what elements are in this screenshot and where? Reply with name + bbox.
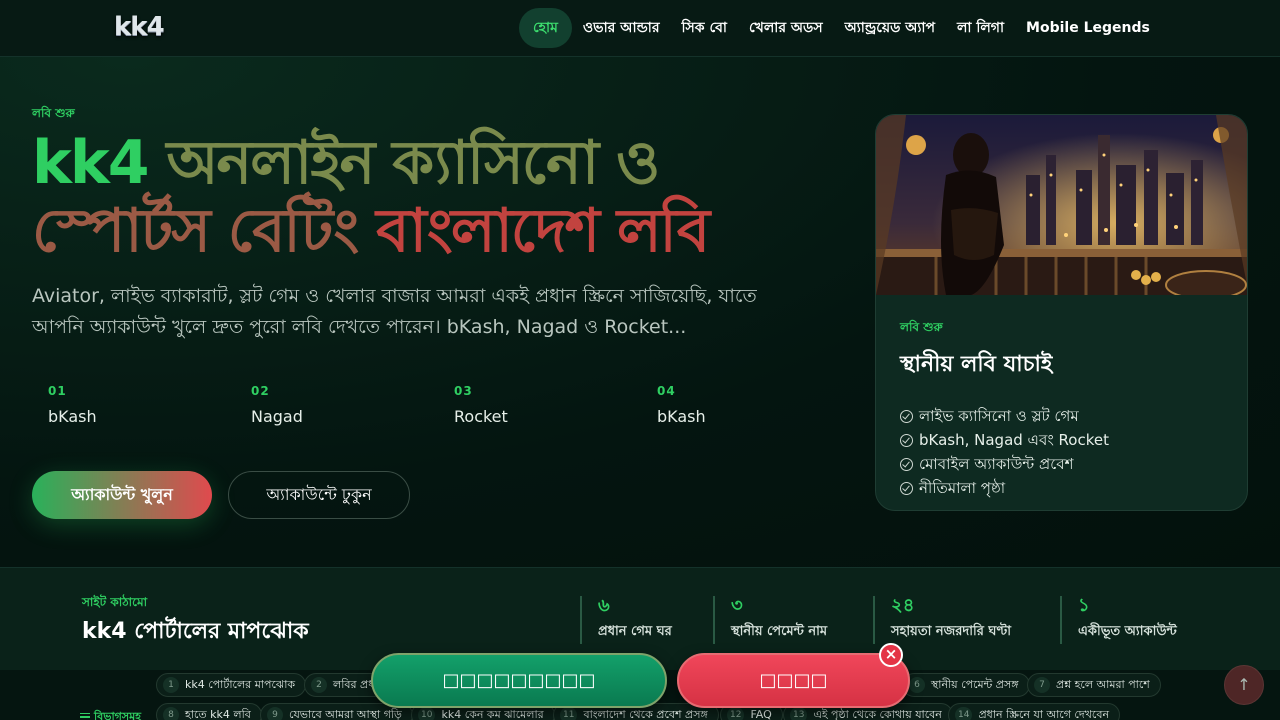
hero-description: Aviator, লাইভ ব্যাকারাট, স্লট গেম ও খেলা… (32, 285, 757, 338)
chip-link[interactable]: 8 হাতে kk4 লবি (156, 703, 262, 720)
chip-link[interactable]: 7 প্রশ্ন হলে আমরা পাশে (1027, 673, 1161, 697)
chip-link[interactable]: 14 প্রধান স্ক্রিনে যা আগে দেখবেন (948, 703, 1121, 720)
stat-number: 04 (657, 384, 676, 398)
metric-item: ৩ স্থানীয় পেমেন্ট নাম (713, 596, 827, 644)
checklist-item-label: লাইভ ক্যাসিনো ও স্লট গেম (919, 407, 1079, 425)
chip-link[interactable]: 1 kk4 পোর্টালের মাপঝোক (156, 673, 307, 697)
chip-number: 9 (267, 707, 283, 720)
stat-label: bKash (48, 407, 97, 426)
stat-label: bKash (657, 407, 706, 426)
chip-number: 11 (560, 707, 578, 720)
metric-number: ১ (1078, 595, 1090, 616)
stat-label: Nagad (251, 407, 303, 426)
stat-label: Rocket (454, 407, 508, 426)
chip-number: 1 (163, 677, 179, 693)
checklist-item: bKash, Nagad এবং Rocket (900, 428, 1230, 452)
chip-number: 8 (163, 707, 179, 720)
floating-register-button[interactable]: □□□□□□□□□ (371, 653, 667, 708)
close-icon[interactable]: × (879, 643, 903, 667)
stat-number: 01 (48, 384, 67, 398)
nav-item-home[interactable]: হোম (519, 8, 572, 48)
metric-item: ১ একীভূত অ্যাকাউন্ট (1060, 596, 1177, 644)
checklist-item: মোবাইল অ্যাকাউন্ট প্রবেশ (900, 452, 1230, 476)
stat-item: 04 bKash (657, 384, 860, 426)
menu-icon (80, 713, 90, 720)
metric-number: ২৪ (891, 595, 915, 616)
hero-title-sports: স্পোর্টস বেটিং (32, 196, 377, 266)
stat-item: 03 Rocket (454, 384, 657, 426)
nav-item-sic-bo[interactable]: সিক বো (671, 8, 738, 48)
chip-label: যেভাবে আমরা আস্থা গড়ি (289, 708, 402, 720)
checklist-item-label: bKash, Nagad এবং Rocket (919, 431, 1109, 449)
hero-eyebrow: লবি শুরু (32, 106, 75, 120)
metric-label: সহায়তা নজরদারি ঘণ্টা (891, 624, 1012, 639)
chip-number: 13 (790, 707, 808, 720)
chip-label: প্রধান স্ক্রিনে যা আগে দেখবেন (978, 708, 1110, 720)
card-title: স্থানীয় লবি যাচাই (900, 352, 1053, 377)
metric-item: ৬ প্রধান গেম ঘর (580, 596, 672, 644)
site-header: kk4 হোম ওভার আন্ডার সিক বো খেলার অডস অ্য… (0, 0, 1280, 57)
metric-number: ৬ (598, 595, 610, 616)
check-circle-icon (900, 433, 913, 447)
chip-number: 10 (418, 707, 436, 720)
stat-item: 01 bKash (48, 384, 251, 426)
metric-number: ৩ (731, 595, 743, 616)
checklist-item: নীতিমালা পৃষ্ঠা (900, 476, 1230, 500)
site-logo[interactable]: kk4 (114, 12, 165, 42)
card-eyebrow: লবি শুরু (900, 320, 943, 334)
chip-label: kk4 পোর্টালের মাপঝোক (185, 678, 296, 691)
stat-item: 02 Nagad (251, 384, 454, 426)
structure-title: kk4 পোর্টালের মাপঝোক (82, 619, 309, 644)
hero-title-casino: অনলাইন ক্যাসিনো ও (166, 128, 660, 198)
check-circle-icon (900, 481, 913, 495)
metric-label: স্থানীয় পেমেন্ট নাম (731, 624, 828, 639)
hero-title-lobby: বাংলাদেশ লবি (376, 196, 710, 266)
chip-number: 14 (955, 707, 973, 720)
floating-login-button[interactable]: □□□□ (677, 653, 910, 708)
hero-title-brand: kk4 (32, 128, 167, 198)
stat-number: 03 (454, 384, 473, 398)
structure-eyebrow: সাইট কাঠামো (82, 595, 148, 609)
metric-item: ২৪ সহায়তা নজরদারি ঘণ্টা (873, 596, 1011, 644)
nav-item-android-app[interactable]: অ্যান্ড্রয়েড অ্যাপ (834, 8, 946, 48)
sections-label-text: বিভাগসমূহ (94, 710, 142, 720)
stat-number: 02 (251, 384, 270, 398)
open-account-button[interactable]: অ্যাকাউন্ট খুলুন (32, 471, 212, 519)
nav-item-sports-odds[interactable]: খেলার অডস (738, 8, 834, 48)
hero-title: kk4 অনলাইন ক্যাসিনো ও স্পোর্টস বেটিং বাংল… (32, 129, 812, 265)
card-body: লবি শুরু স্থানীয় লবি যাচাই লাইভ ক্যাসিন… (900, 319, 1230, 500)
chip-label: হাতে kk4 লবি (185, 708, 251, 720)
check-circle-icon (900, 409, 913, 423)
nav-item-mobile-legends[interactable]: Mobile Legends (1015, 8, 1161, 48)
metric-label: প্রধান গেম ঘর (598, 624, 672, 639)
hero-stats: 01 bKash 02 Nagad 03 Rocket 04 bKash (48, 384, 860, 426)
casino-illustration (876, 115, 1247, 295)
checklist-item-label: মোবাইল অ্যাকাউন্ট প্রবেশ (919, 455, 1074, 473)
chip-number: 12 (727, 707, 745, 720)
lobby-check-card: লবি শুরু স্থানীয় লবি যাচাই লাইভ ক্যাসিন… (875, 114, 1248, 511)
casino-hero-image (876, 115, 1247, 295)
checklist-item: লাইভ ক্যাসিনো ও স্লট গেম (900, 404, 1230, 428)
scroll-to-top-icon[interactable]: ↑ (1224, 665, 1264, 705)
metric-label: একীভূত অ্যাকাউন্ট (1078, 624, 1177, 639)
chip-link[interactable]: 6 স্থানীয় পেমেন্ট প্রসঙ্গ (902, 673, 1030, 697)
chip-label: স্থানীয় পেমেন্ট প্রসঙ্গ (931, 678, 1019, 691)
chip-number: 7 (1034, 677, 1050, 693)
nav-item-la-liga[interactable]: লা লিগা (946, 8, 1015, 48)
sections-label: বিভাগসমূহ (80, 708, 141, 720)
check-circle-icon (900, 457, 913, 471)
checklist-item-label: নীতিমালা পৃষ্ঠা (919, 479, 1006, 497)
chip-number: 2 (311, 677, 327, 693)
login-button[interactable]: অ্যাকাউন্টে ঢুকুন (228, 471, 410, 519)
nav-item-over-under[interactable]: ওভার আন্ডার (572, 8, 671, 48)
main-nav: হোম ওভার আন্ডার সিক বো খেলার অডস অ্যান্ড… (519, 8, 1161, 48)
card-checklist: লাইভ ক্যাসিনো ও স্লট গেম bKash, Nagad এব… (900, 404, 1230, 500)
chip-number: 6 (909, 677, 925, 693)
chip-label: প্রশ্ন হলে আমরা পাশে (1056, 678, 1150, 691)
